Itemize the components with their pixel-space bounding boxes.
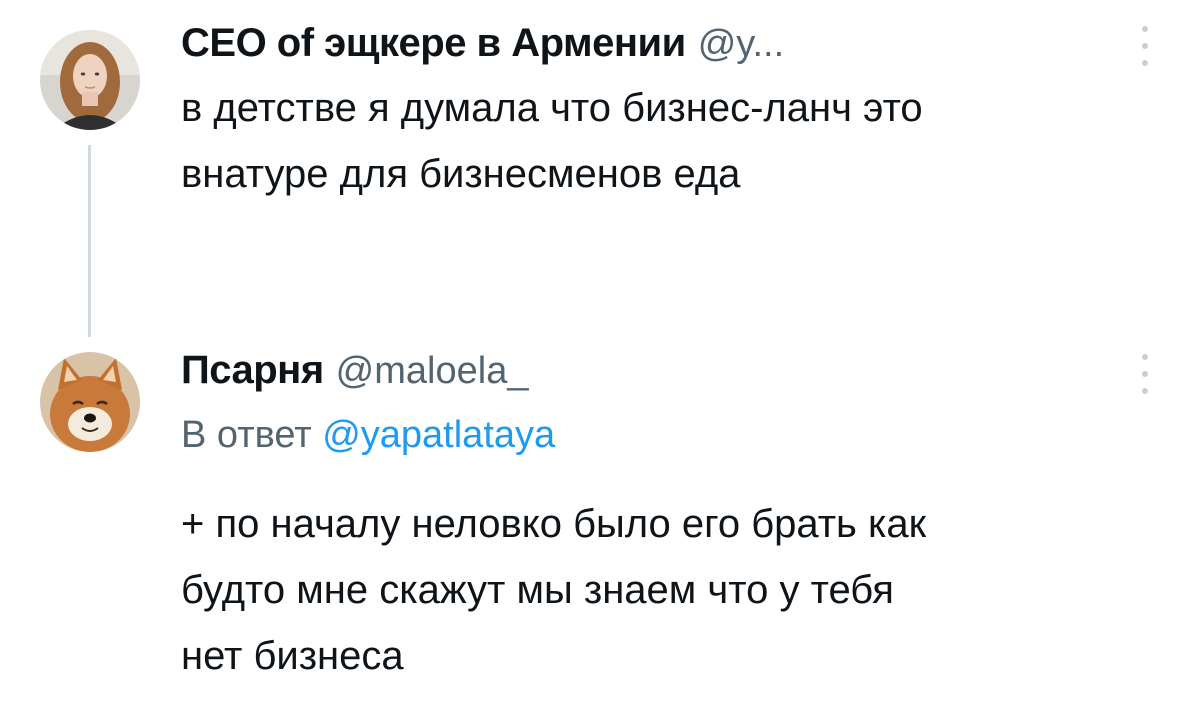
tweet2-text-line: будто мне скажут мы знаем что у тебя (181, 568, 894, 612)
tweet2-header: Псарня @maloela_ (181, 348, 528, 393)
thread-connector-line (88, 145, 91, 337)
tweet1-more-button[interactable] (1139, 26, 1151, 66)
reply-to-line: В ответ @yapatlataya (181, 414, 555, 457)
avatar-psarnya[interactable] (40, 352, 140, 452)
shiba-dog-avatar-icon (40, 352, 140, 452)
tweet1-text-line: в детстве я думала что бизнес-ланч это (181, 86, 923, 130)
tweet2-text-line: + по началу неловко было его брать как (181, 502, 927, 546)
tweet2-author-name[interactable]: Псарня (181, 348, 324, 393)
tweet1-text: в детстве я думала что бизнес-ланч это в… (181, 75, 923, 207)
tweet1-author-name[interactable]: CEO of эщкере в Армении (181, 21, 686, 66)
person-avatar-icon (40, 30, 140, 130)
tweet1-text-line: внатуре для бизнесменов еда (181, 152, 741, 196)
reply-to-mention-link[interactable]: @yapatlataya (322, 414, 555, 456)
tweet2-author-handle[interactable]: @maloela_ (336, 350, 529, 393)
tweet2-text-line: нет бизнеса (181, 634, 404, 678)
tweet2-more-button[interactable] (1139, 354, 1151, 394)
tweet1-author-handle[interactable]: @y... (698, 23, 784, 66)
more-options-icon (1142, 26, 1148, 32)
avatar-ceo[interactable] (40, 30, 140, 130)
tweet2-text: + по началу неловко было его брать как б… (181, 491, 926, 689)
reply-to-label: В ответ (181, 414, 323, 456)
tweet1-header: CEO of эщкере в Армении @y... (181, 21, 784, 66)
more-options-icon (1142, 354, 1148, 360)
